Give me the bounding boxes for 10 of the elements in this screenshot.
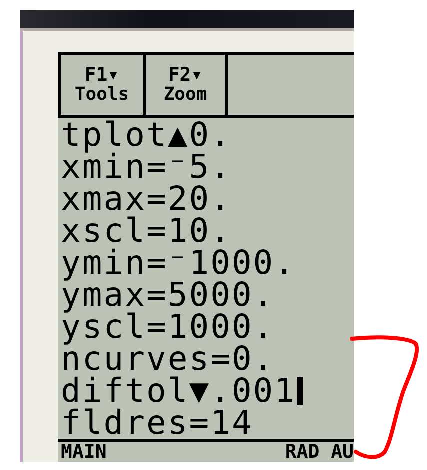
variable-line: ymin=⁻1000. — [61, 246, 296, 280]
variable-line: fldres=14 — [61, 406, 254, 440]
status-angle: RAD AU — [285, 442, 354, 462]
toolbar-tab[interactable]: F1▾ Tools — [58, 55, 143, 115]
variable-line: diftol▼.001 — [61, 374, 296, 408]
status-mode: MAIN — [61, 442, 107, 462]
toolbar-tab[interactable]: F2▾ Zoom — [143, 55, 228, 115]
variable-line: xscl=10. — [61, 214, 232, 248]
variable-line: xmax=20. — [61, 182, 232, 216]
variable-line: tplot▲0. — [61, 118, 232, 152]
